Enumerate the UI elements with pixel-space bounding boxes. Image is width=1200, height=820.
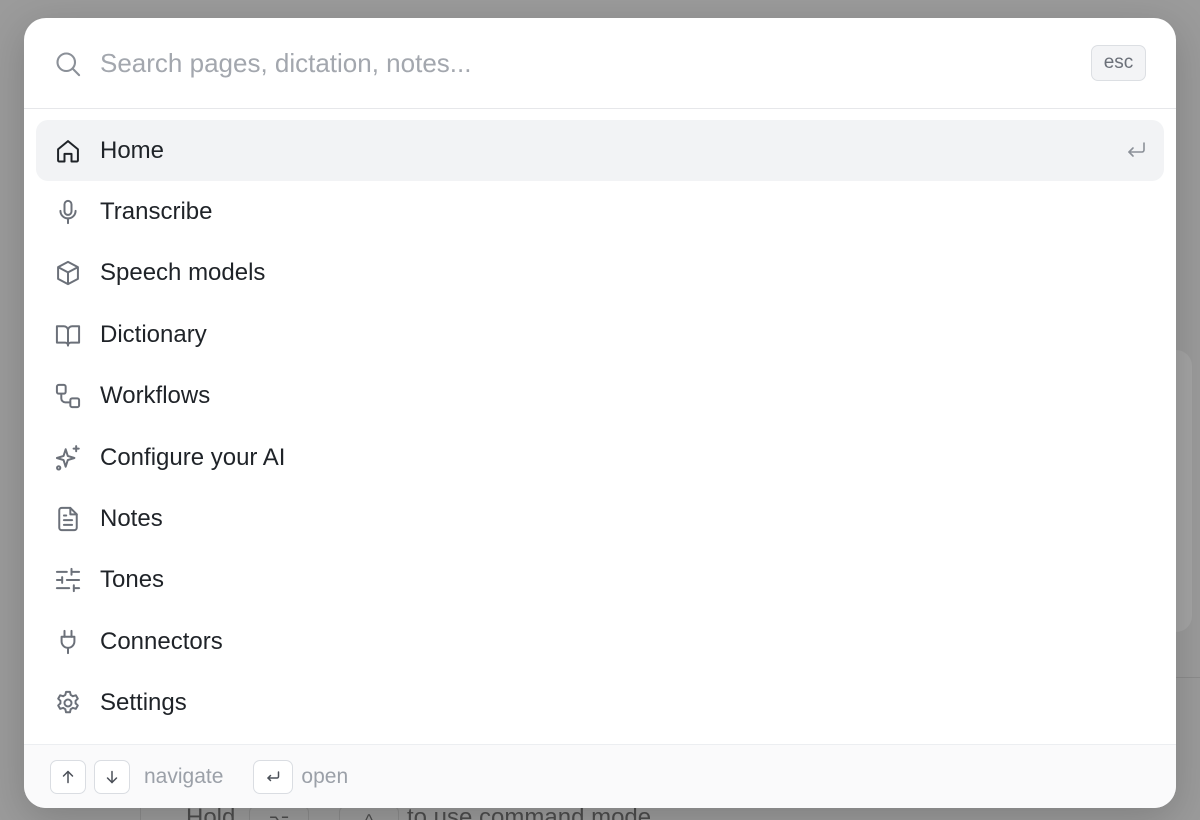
- menu-item-label: Tones: [100, 566, 165, 594]
- enter-key-icon: [267, 770, 280, 781]
- menu-item-label: Workflows: [100, 382, 211, 410]
- navigate-hint-label: navigate: [144, 764, 224, 788]
- menu-item-configure-ai[interactable]: Configure your AI: [36, 427, 1164, 488]
- background-control-key: ^: [339, 806, 399, 820]
- home-icon: [54, 137, 82, 165]
- arrow-down-icon: [106, 770, 118, 783]
- menu-item-label: Transcribe: [100, 198, 213, 226]
- menu-item-notes[interactable]: Notes: [36, 488, 1164, 549]
- open-hint-label: open: [301, 764, 349, 788]
- menu-item-tones[interactable]: Tones: [36, 550, 1164, 611]
- keyboard-hints-footer: navigate open: [24, 744, 1176, 808]
- cube-icon: [54, 259, 82, 287]
- search-bar: esc: [24, 18, 1176, 109]
- esc-key-button[interactable]: esc: [1091, 45, 1146, 81]
- menu-item-speech-models[interactable]: Speech models: [36, 243, 1164, 304]
- enter-key-icon: [1128, 142, 1145, 157]
- sparkles-icon: [54, 444, 82, 472]
- gear-icon: [54, 689, 82, 717]
- menu-item-label: Settings: [100, 689, 187, 717]
- arrow-up-key: [50, 759, 86, 794]
- menu-item-label: Speech models: [100, 259, 266, 287]
- menu-item-transcribe[interactable]: Transcribe: [36, 181, 1164, 242]
- enter-key: [253, 759, 294, 794]
- command-palette: esc Home Transcribe: [24, 18, 1176, 808]
- background-option-key: ⌥: [249, 806, 309, 820]
- sliders-icon: [54, 566, 82, 594]
- menu-item-label: Home: [100, 136, 165, 164]
- menu-item-label: Dictionary: [100, 320, 207, 348]
- menu-item-connectors[interactable]: Connectors: [36, 611, 1164, 672]
- arrow-up-icon: [62, 770, 74, 783]
- menu-item-home[interactable]: Home: [36, 120, 1164, 182]
- book-open-icon: [54, 321, 82, 349]
- command-list: Home Transcribe Speech models Dictionary…: [36, 120, 1164, 734]
- menu-item-dictionary[interactable]: Dictionary: [36, 304, 1164, 365]
- plug-icon: [54, 628, 82, 656]
- menu-item-settings[interactable]: Settings: [36, 673, 1164, 734]
- menu-item-workflows[interactable]: Workflows: [36, 366, 1164, 427]
- workflow-icon: [54, 382, 82, 410]
- microphone-icon: [54, 198, 82, 226]
- arrow-down-key: [94, 759, 130, 794]
- menu-item-label: Configure your AI: [100, 443, 286, 471]
- menu-item-label: Notes: [100, 505, 163, 533]
- file-text-icon: [54, 505, 82, 533]
- search-icon: [56, 52, 81, 77]
- search-input[interactable]: [100, 42, 1060, 84]
- menu-item-label: Connectors: [100, 627, 223, 655]
